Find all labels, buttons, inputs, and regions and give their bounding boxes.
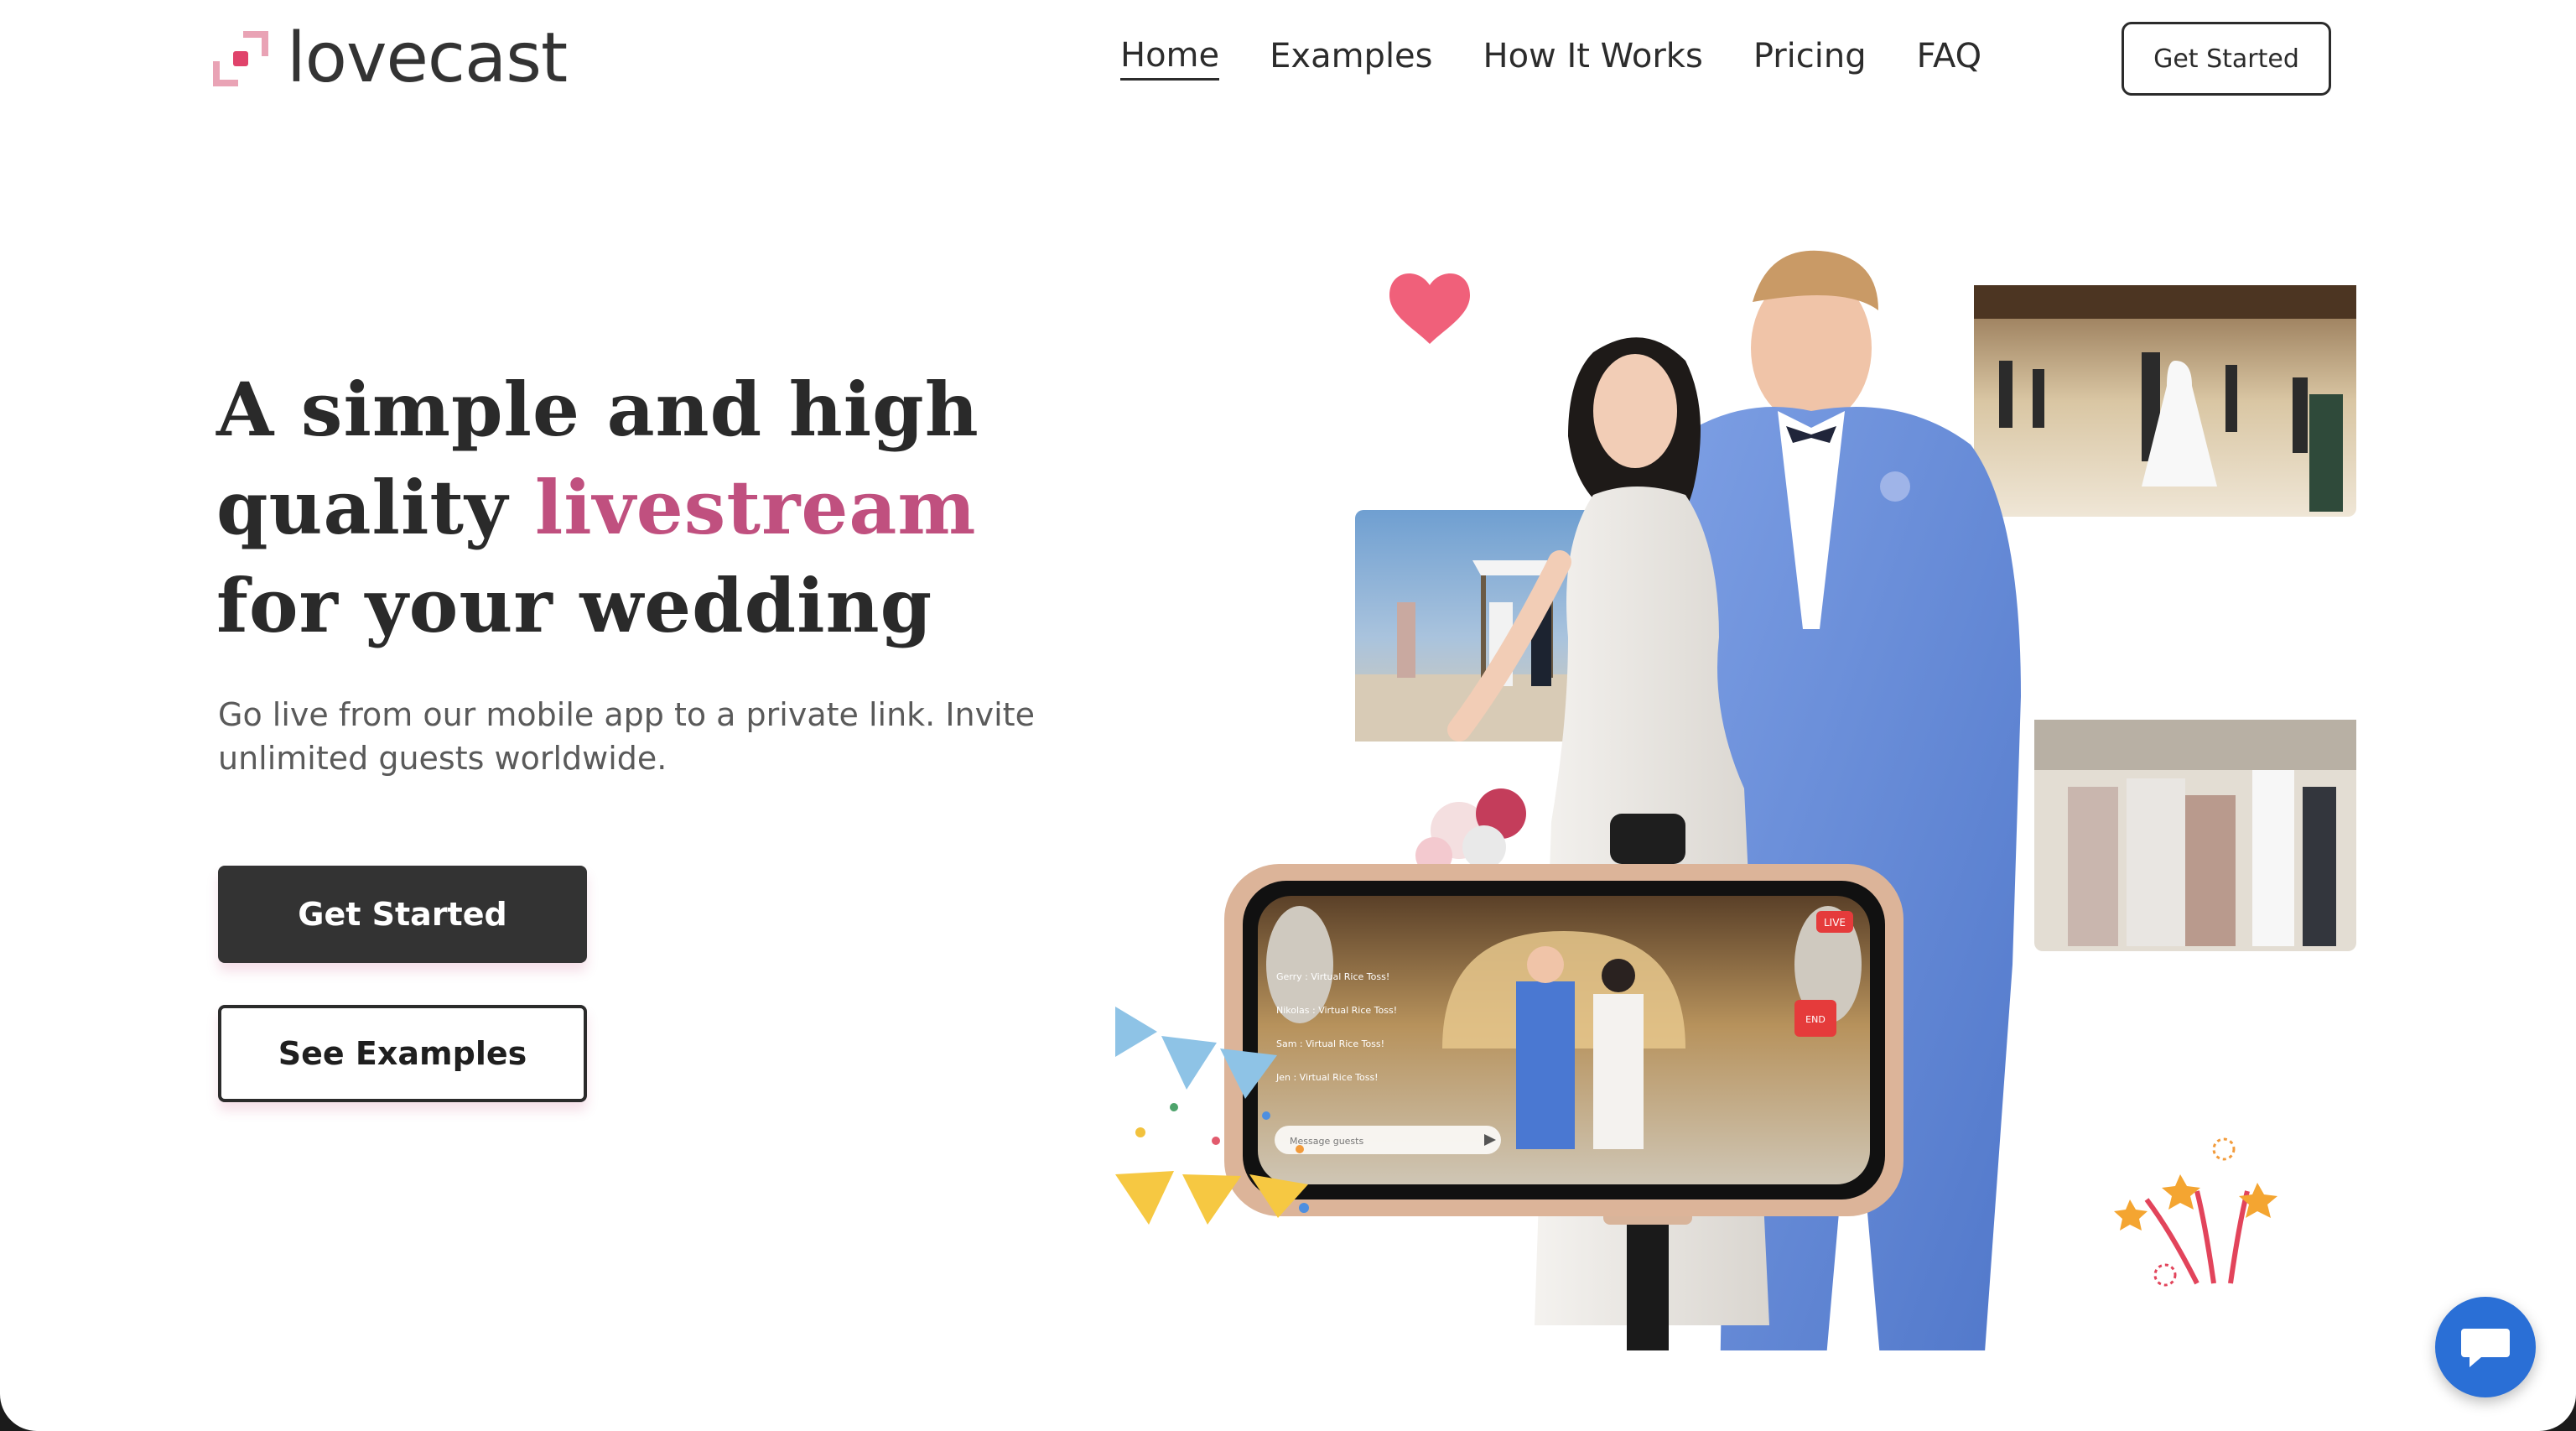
- heart-icon: [1389, 273, 1470, 344]
- chat-widget-button[interactable]: [2435, 1297, 2536, 1397]
- nav-how-it-works[interactable]: How It Works: [1483, 37, 1703, 79]
- phone-comment-2: Nikolas : Virtual Rice Toss!: [1276, 1005, 1397, 1016]
- phone-comment-4: Jen : Virtual Rice Toss!: [1275, 1072, 1379, 1083]
- nav-pricing[interactable]: Pricing: [1753, 37, 1867, 79]
- nav-examples[interactable]: Examples: [1270, 37, 1432, 79]
- logo-text: lovecast: [287, 18, 568, 98]
- lovecast-logo-icon: [213, 31, 268, 86]
- hero-title: A simple and high quality livestream for…: [216, 361, 1122, 655]
- main-nav: Home Examples How It Works Pricing FAQ: [1120, 32, 2032, 84]
- chat-bubble-icon: [2461, 1329, 2510, 1367]
- header-get-started-button[interactable]: Get Started: [2122, 22, 2331, 96]
- phone-comment-3: Sam : Virtual Rice Toss!: [1276, 1038, 1384, 1049]
- phone-comment-1: Gerry : Virtual Rice Toss!: [1276, 971, 1389, 982]
- hero-illustration: Gerry : Virtual Rice Toss! Nikolas : Vir…: [1115, 250, 2356, 1350]
- photo-reception: [1974, 285, 2356, 517]
- hero-subtitle: Go live from our mobile app to a private…: [218, 696, 1035, 777]
- live-badge: LIVE: [1824, 917, 1846, 929]
- hero-title-part2: for your wedding: [216, 562, 933, 649]
- nav-faq[interactable]: FAQ: [1917, 37, 1981, 79]
- hero-title-accent: livestream: [534, 464, 977, 551]
- get-started-button[interactable]: Get Started: [218, 866, 587, 963]
- photo-ceremony: [2034, 720, 2356, 951]
- bouquet: [1415, 788, 1526, 874]
- nav-home[interactable]: Home: [1120, 36, 1220, 81]
- landing-page: lovecast Home Examples How It Works Pric…: [0, 0, 2576, 1431]
- see-examples-button[interactable]: See Examples: [218, 1005, 587, 1102]
- end-button: END: [1805, 1014, 1826, 1025]
- logo[interactable]: lovecast: [213, 18, 568, 98]
- firework-decoration: [2114, 1137, 2277, 1287]
- phone-message-placeholder: Message guests: [1290, 1136, 1363, 1147]
